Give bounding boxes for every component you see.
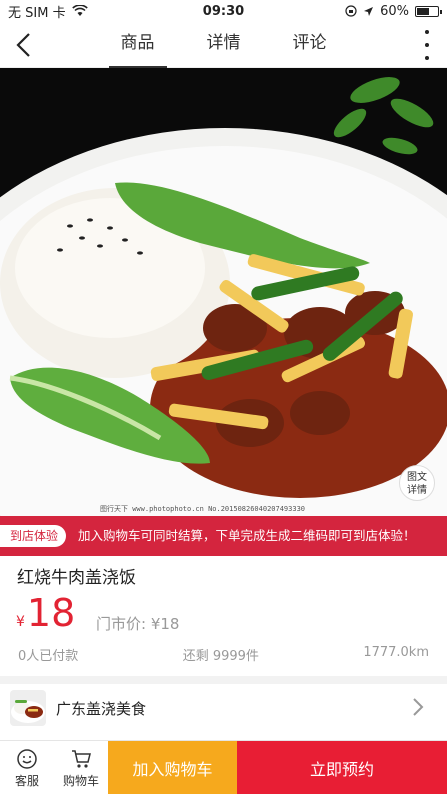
tab-product[interactable]: 商品 [108,22,167,68]
more-vertical-icon[interactable] [423,30,431,60]
promo-text: 加入购物车可同时结算，下单完成生成二维码即可到店体验！ [78,528,416,543]
bottom-action-bar: 客服 购物车 加入购物车 立即预约 [0,740,447,794]
promo-tag: 到店体验 [0,525,67,547]
add-to-cart-button[interactable]: 加入购物车 [108,741,237,794]
top-nav: 商品 详情 评论 [0,22,447,68]
customer-service-button[interactable]: 客服 [0,741,54,794]
product-title: 红烧牛肉盖浇饭 [17,568,136,588]
service-label: 客服 [14,773,39,788]
chevron-right-icon[interactable] [411,696,425,718]
price-value: 18 [26,591,76,635]
smile-icon [17,748,37,769]
cart-label: 购物车 [62,773,99,788]
original-price: 门市价: ¥18 [96,615,180,633]
distance: 1777.0km [363,645,429,660]
stock-count: 还剩 9999件 [182,649,259,664]
food-photo [0,68,447,520]
promo-banner: 到店体验 加入购物车可同时结算，下单完成生成二维码即可到店体验！ [0,516,447,556]
reserve-now-button[interactable]: 立即预约 [237,741,447,794]
status-time: 09:30 [202,3,245,19]
cart-icon [72,749,91,768]
shop-avatar [10,690,46,726]
product-stats: 0人已付款 还剩 9999件 1777.0km [18,645,429,664]
battery-icon [415,5,442,17]
sold-count: 0人已付款 [18,649,79,664]
tab-details[interactable]: 详情 [195,22,253,68]
shopping-cart-button[interactable]: 购物车 [54,741,108,794]
product-price: ¥ 18 [16,591,75,635]
image-watermark: 图行天下 www.photophoto.cn No.20150826040207… [100,505,306,513]
shop-row[interactable]: 广东盖浇美食 [0,676,447,732]
currency-symbol: ¥ [16,614,25,630]
product-image[interactable]: 图文 详情 图行天下 www.photophoto.cn No.20150826… [0,68,447,520]
image-detail-badge[interactable]: 图文 详情 [399,465,435,501]
shop-name: 广东盖浇美食 [56,699,147,718]
nav-tabs: 商品 详情 评论 [0,22,447,68]
status-bar: 无 SIM 卡 09:30 60% [0,0,447,22]
tab-reviews[interactable]: 评论 [281,22,339,68]
